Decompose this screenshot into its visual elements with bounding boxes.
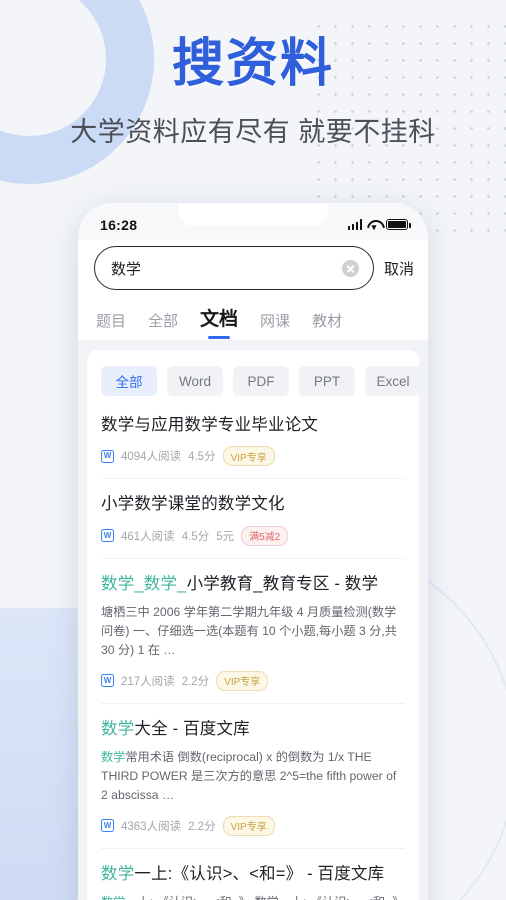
results-scroll-area[interactable]: 全部 Word PDF PPT Excel 数学与应用数学专业毕业论文 W 40… [78, 340, 428, 900]
signal-bars-icon [347, 219, 362, 230]
result-title: 数学与应用数学专业毕业论文 [101, 414, 405, 436]
result-score: 2.2分 [181, 675, 210, 688]
phone-notch [178, 203, 328, 226]
wifi-icon [367, 219, 381, 230]
result-title-rest: 大全 - 百度文库 [134, 719, 250, 738]
result-score: 4.5分 [181, 530, 210, 543]
result-reads: 4363人阅读 [121, 820, 182, 833]
result-title-highlight: 数学 [101, 719, 135, 738]
result-title: 数学一上:《认识>、<和=》 - 百度文库 [101, 863, 405, 885]
result-snippet-highlight: 数学 [101, 895, 125, 900]
tab-全部[interactable]: 全部 [148, 310, 178, 340]
discount-badge: 满5减2 [241, 525, 289, 546]
word-doc-icon: W [101, 674, 114, 688]
promo-header: 搜资料 大学资料应有尽有 就要不挂科 [0, 38, 506, 149]
result-title-plain: 数学与应用数学专业毕业论文 [101, 416, 319, 434]
file-type-filters: 全部 Word PDF PPT Excel [101, 350, 421, 400]
results-card: 全部 Word PDF PPT Excel 数学与应用数学专业毕业论文 W 40… [87, 350, 421, 900]
filter-chip-excel[interactable]: Excel [365, 366, 421, 396]
word-doc-icon: W [101, 819, 114, 833]
filter-chip-all[interactable]: 全部 [101, 366, 157, 396]
result-item[interactable]: 小学数学课堂的数学文化 W 461人阅读 4.5分 5元 满5减2 [101, 479, 405, 559]
result-title-plain: 小学数学课堂的数学文化 [101, 495, 285, 514]
result-title-highlight: 数学 [101, 864, 135, 883]
clear-circle-icon[interactable] [341, 259, 359, 277]
result-snippet-text: 塘栖三中 2006 学年第二学期九年级 4 月质量检测(数学问卷) 一、仔细选一… [101, 604, 397, 658]
tab-教材[interactable]: 教材 [312, 310, 342, 340]
result-snippet-text: 常用术语 倒数(reciprocal) x 的倒数为 1/x THE THIRD… [101, 749, 397, 803]
result-reads: 217人阅读 [121, 675, 175, 688]
result-item[interactable]: 数学_数学_小学教育_教育专区 - 数学 塘栖三中 2006 学年第二学期九年级… [101, 559, 405, 704]
result-title-highlight: 数学_数学_ [101, 574, 187, 593]
result-reads: 461人阅读 [121, 530, 175, 543]
result-title: 数学_数学_小学教育_教育专区 - 数学 [101, 573, 405, 595]
result-item[interactable]: 数学一上:《认识>、<和=》 - 百度文库 数学一上: 《认识>、<和=》 数学… [101, 849, 405, 900]
result-item[interactable]: 数学与应用数学专业毕业论文 W 4094人阅读 4.5分 VIP专享 [101, 400, 405, 480]
result-meta: W 4363人阅读 2.2分 VIP专享 [101, 815, 405, 836]
result-snippet: 塘栖三中 2006 学年第二学期九年级 4 月质量检测(数学问卷) 一、仔细选一… [101, 603, 405, 661]
filter-chip-pdf[interactable]: PDF [233, 366, 289, 396]
vip-badge: VIP专享 [216, 670, 269, 691]
tab-文档[interactable]: 文档 [200, 304, 238, 340]
filter-chip-word[interactable]: Word [167, 366, 223, 396]
result-title: 小学数学课堂的数学文化 [101, 493, 405, 515]
promo-headline: 搜资料 [171, 35, 334, 93]
status-clock: 16:28 [100, 216, 138, 233]
filter-chip-ppt[interactable]: PPT [299, 366, 355, 396]
result-title-rest: 小学教育_教育专区 - 数学 [186, 574, 379, 593]
vip-badge: VIP专享 [222, 815, 275, 836]
cancel-button[interactable]: 取消 [384, 258, 414, 279]
tab-题目[interactable]: 题目 [96, 310, 126, 340]
result-snippet-highlight: 数学 [101, 749, 126, 764]
status-icons [347, 219, 411, 230]
result-reads: 4094人阅读 [121, 451, 182, 464]
search-input[interactable]: 数学 [94, 246, 374, 290]
result-score: 2.2分 [188, 820, 216, 833]
result-price: 5元 [216, 530, 235, 543]
result-meta: W 461人阅读 4.5分 5元 满5减2 [101, 525, 405, 546]
vip-badge: VIP专享 [222, 446, 275, 467]
battery-icon [386, 219, 411, 230]
search-row: 数学 取消 [78, 240, 428, 302]
result-score: 4.5分 [188, 451, 216, 464]
result-title-rest: 一上:《认识>、<和=》 - 百度文库 [134, 864, 385, 883]
phone-mockup: 16:28 数学 取消 题目 全部 文档 网课 教材 全部 Word PDF P [78, 203, 428, 900]
result-item[interactable]: 数学大全 - 百度文库 数学常用术语 倒数(reciprocal) x 的倒数为… [101, 704, 405, 849]
promo-subheadline: 大学资料应有尽有 就要不挂科 [70, 117, 436, 147]
result-snippet-text: 一上: 《认识>、<和=》 数学一上: 《认识>、<和=》第页 数学一上:《 认… [101, 895, 404, 900]
word-doc-icon: W [101, 449, 114, 463]
result-meta: W 217人阅读 2.2分 VIP专享 [101, 670, 405, 691]
word-doc-icon: W [101, 529, 114, 543]
search-input-value: 数学 [111, 260, 142, 278]
tab-网课[interactable]: 网课 [260, 310, 290, 340]
result-snippet: 数学一上: 《认识>、<和=》 数学一上: 《认识>、<和=》第页 数学一上:《… [101, 893, 405, 900]
category-tabs: 题目 全部 文档 网课 教材 [78, 302, 428, 340]
result-meta: W 4094人阅读 4.5分 VIP专享 [101, 446, 405, 467]
result-snippet: 数学常用术语 倒数(reciprocal) x 的倒数为 1/x THE THI… [101, 748, 405, 806]
result-title: 数学大全 - 百度文库 [101, 718, 405, 740]
